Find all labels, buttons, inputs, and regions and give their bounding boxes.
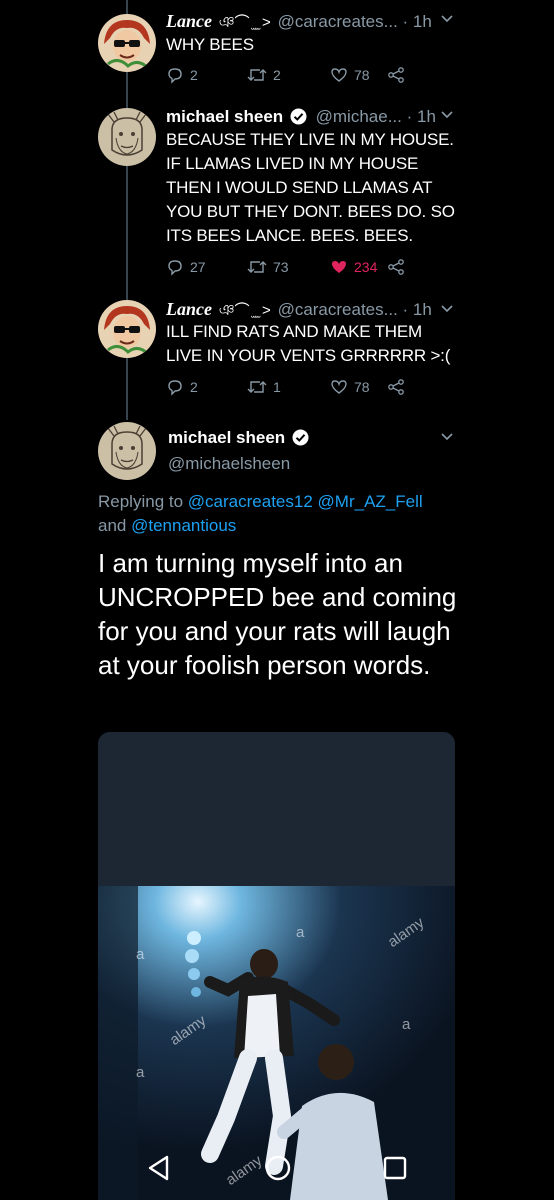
share-icon: [388, 379, 404, 395]
like-count: 234: [354, 259, 378, 275]
retweet-icon: [247, 261, 267, 273]
chevron-down-icon[interactable]: [440, 110, 454, 120]
share-button[interactable]: [387, 258, 407, 276]
handle[interactable]: @caracreates...: [278, 12, 398, 31]
tweet-media[interactable]: alamy alamy alamy a a a a: [98, 732, 455, 1200]
home-icon[interactable]: [264, 1154, 292, 1182]
chevron-down-icon[interactable]: [440, 14, 454, 24]
chevron-down-icon[interactable]: [440, 304, 454, 314]
share-button[interactable]: [387, 66, 407, 84]
tweet-actions: 27 73 234: [166, 258, 407, 276]
timestamp: · 1h: [406, 107, 436, 126]
name-emoticon: ঞ⌒ ̫ ̫ >: [218, 302, 271, 319]
tweet-header: Lance ঞ⌒ ̫ ̫ > @caracreates... · 1h: [166, 10, 432, 34]
reply-icon: [168, 260, 182, 276]
avatar[interactable]: [98, 14, 156, 72]
timestamp: · 1h: [402, 12, 432, 31]
tweet[interactable]: michael sheen @michae... · 1h BECAUSE TH…: [0, 100, 554, 292]
avatar[interactable]: [98, 108, 156, 166]
share-button[interactable]: [387, 378, 407, 396]
tweet-header: michael sheen @michae... · 1h: [166, 106, 436, 128]
like-count: 78: [354, 67, 370, 83]
display-name[interactable]: Lance: [166, 11, 212, 31]
reply-count: 2: [190, 379, 198, 395]
display-name[interactable]: michael sheen: [168, 428, 313, 448]
tweet[interactable]: Lance ঞ⌒ ̫ ̫ > @caracreates... · 1h ILL …: [0, 292, 554, 412]
tweet-actions: 2 1 78: [166, 378, 407, 396]
reply-icon: [168, 380, 182, 396]
display-name-text: michael sheen: [168, 428, 286, 447]
watermark-text: a: [296, 924, 305, 941]
display-name[interactable]: michael sheen: [166, 107, 283, 126]
reply-icon: [168, 68, 182, 84]
replying-to: Replying to @caracreates12 @Mr_AZ_Fell a…: [98, 490, 478, 538]
reply-button[interactable]: 2: [166, 378, 241, 396]
handle[interactable]: @michae...: [316, 107, 402, 126]
verified-icon: [292, 429, 309, 446]
recents-icon[interactable]: [382, 1154, 408, 1182]
retweet-icon: [247, 69, 267, 81]
heart-icon: [331, 380, 347, 394]
heart-icon: [331, 68, 347, 82]
timestamp: · 1h: [402, 300, 432, 319]
retweet-count: 1: [273, 379, 281, 395]
watermark-text: a: [402, 1016, 411, 1033]
tweet-text: ILL FIND RATS AND MAKE THEM LIVE IN YOUR…: [166, 322, 451, 365]
tweet-header: Lance ঞ⌒ ̫ ̫ > @caracreates... · 1h: [166, 298, 432, 322]
reply-count: 27: [190, 259, 206, 275]
name-emoticon: ঞ⌒ ̫ ̫ >: [218, 14, 271, 31]
retweet-button[interactable]: 2: [247, 66, 322, 84]
back-icon[interactable]: [146, 1154, 172, 1182]
share-icon: [388, 67, 404, 83]
mention-link[interactable]: @caracreates12: [188, 492, 313, 511]
tweet[interactable]: Lance ঞ⌒ ̫ ̫ > @caracreates... · 1h WHY …: [0, 0, 554, 100]
tweet-text: BECAUSE THEY LIVE IN MY HOUSE. IF LLAMAS…: [166, 130, 455, 245]
replying-to-and: and: [98, 516, 127, 535]
avatar[interactable]: [98, 300, 156, 358]
display-name[interactable]: Lance: [166, 299, 212, 319]
retweet-count: 73: [273, 259, 289, 275]
mention-link[interactable]: @tennantious: [131, 516, 236, 535]
verified-icon: [290, 108, 307, 125]
heart-icon: [332, 261, 346, 273]
reply-count: 2: [190, 67, 198, 83]
retweet-icon: [247, 381, 267, 393]
handle[interactable]: @michaelsheen: [168, 454, 290, 474]
retweet-button[interactable]: 1: [247, 378, 322, 396]
watermark-text: a: [136, 1064, 145, 1081]
watermark-text: a: [136, 946, 145, 963]
avatar[interactable]: [98, 422, 156, 480]
system-nav-bar: [0, 1140, 554, 1200]
retweet-button[interactable]: 73: [247, 258, 322, 276]
handle[interactable]: @caracreates...: [278, 300, 398, 319]
chevron-down-icon[interactable]: [440, 432, 454, 442]
reply-button[interactable]: 27: [166, 258, 241, 276]
main-tweet-text: I am turning myself into an UNCROPPED be…: [98, 548, 457, 680]
replying-to-label: Replying to: [98, 492, 184, 511]
share-icon: [388, 259, 404, 275]
media-letterbox: [98, 732, 455, 886]
retweet-count: 2: [273, 67, 281, 83]
tweet-text: WHY BEES: [166, 35, 254, 54]
tweet-actions: 2 2 78: [166, 66, 407, 84]
reply-button[interactable]: 2: [166, 66, 241, 84]
mention-link[interactable]: @Mr_AZ_Fell: [318, 492, 423, 511]
like-count: 78: [354, 379, 370, 395]
